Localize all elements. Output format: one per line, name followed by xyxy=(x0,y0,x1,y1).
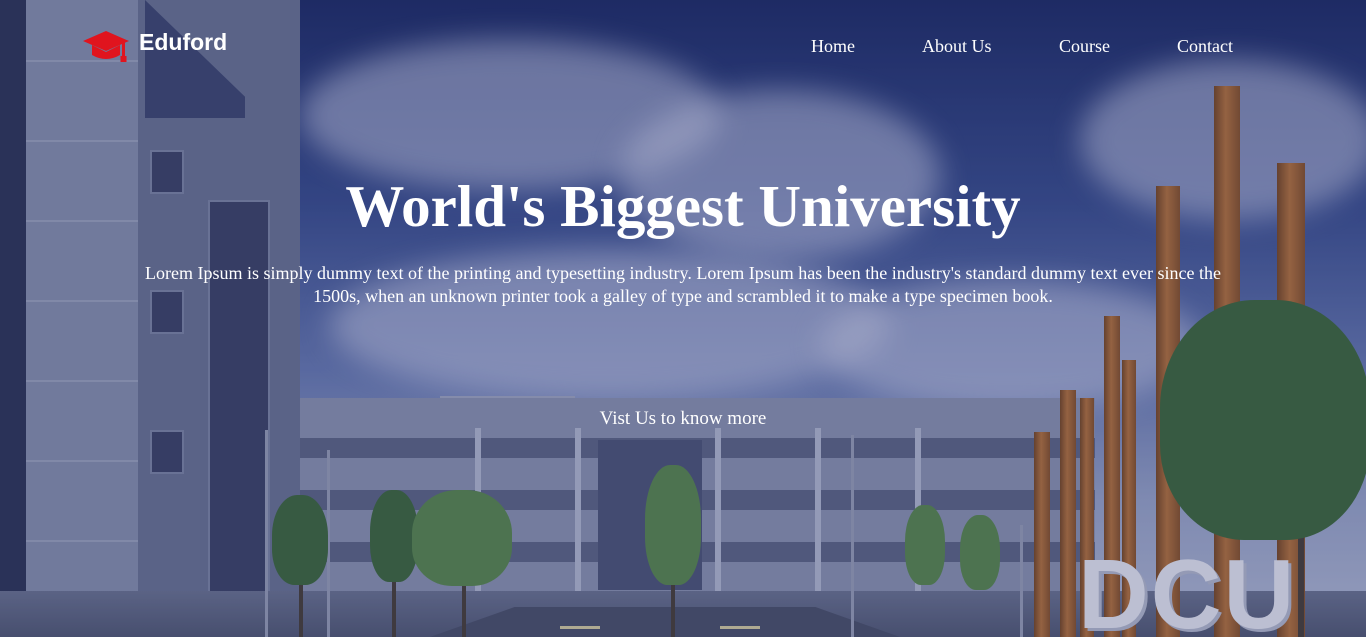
hero-overlay xyxy=(0,0,1366,637)
nav-home-link[interactable]: Home xyxy=(811,36,855,57)
nav-course-link[interactable]: Course xyxy=(1059,36,1110,57)
hero-description: Lorem Ipsum is simply dummy text of the … xyxy=(145,263,1221,306)
cta-wrapper: Vist Us to know more xyxy=(0,408,1366,430)
visit-us-button[interactable]: Vist Us to know more xyxy=(600,408,767,429)
hero-title: World's Biggest University xyxy=(345,173,1021,239)
nav-about-us-link[interactable]: About Us xyxy=(922,36,992,57)
nav-contact-link[interactable]: Contact xyxy=(1177,36,1233,57)
main-nav: Home About Us Course Contact xyxy=(0,36,1366,60)
hero-section: DCU Eduford Home About Us Course Contact… xyxy=(0,0,1366,637)
